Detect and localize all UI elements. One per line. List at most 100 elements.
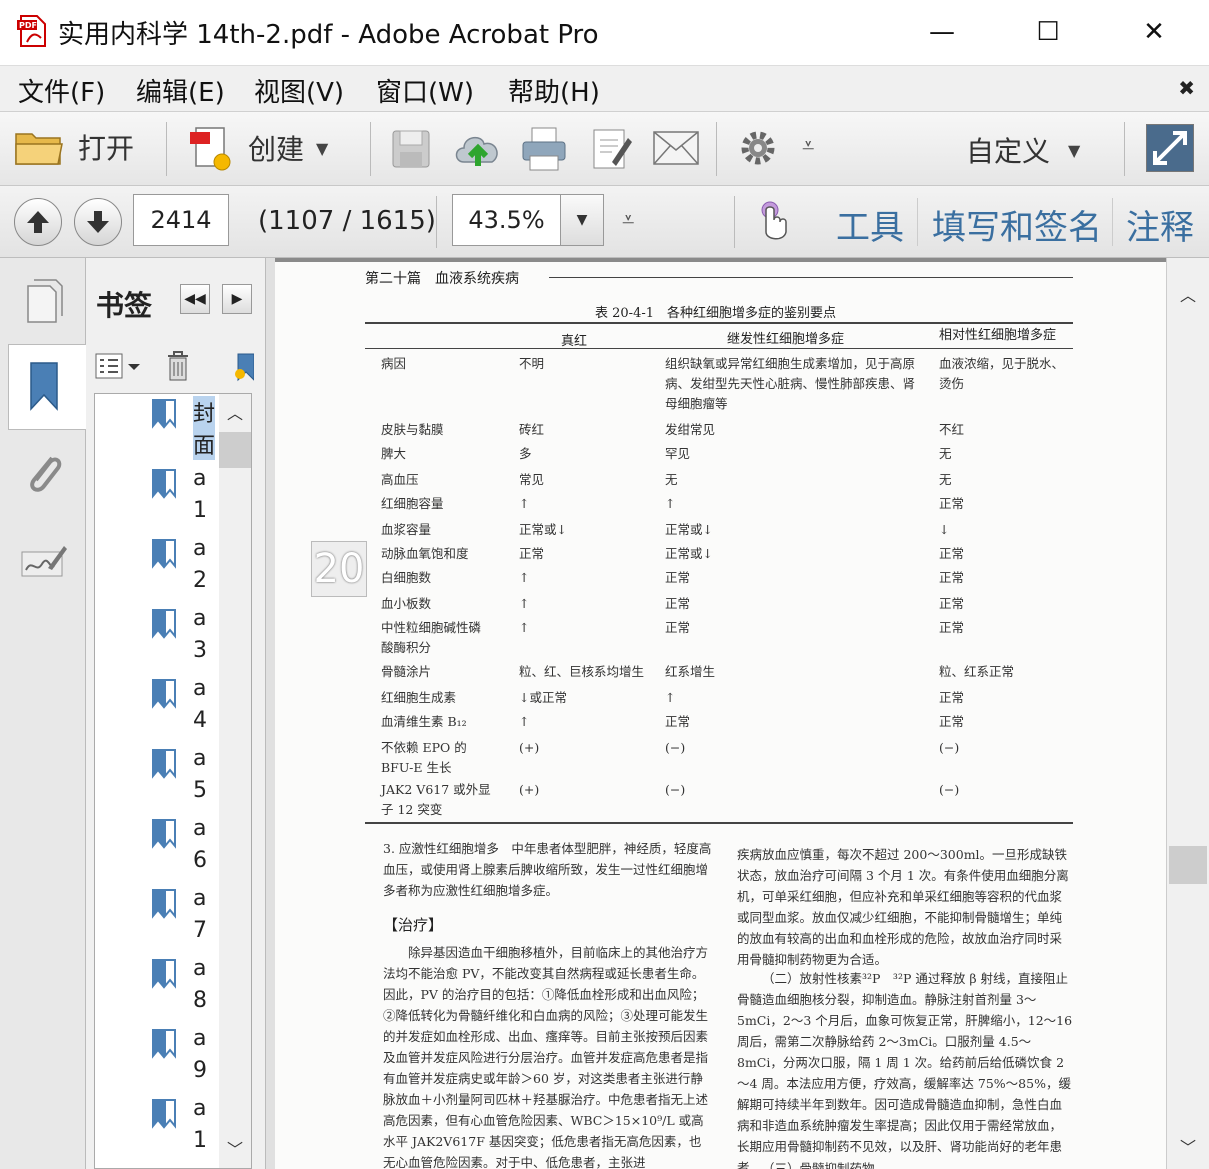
bookmark-item[interactable]: a 3: [95, 604, 219, 674]
table-cell: 无: [939, 472, 952, 487]
trash-icon[interactable]: [164, 350, 192, 382]
tab-tools[interactable]: 工具: [836, 200, 904, 249]
table-cell: ↑: [665, 496, 676, 511]
menu-help[interactable]: 帮助(H): [508, 72, 600, 109]
bookmarks-scrollbar[interactable]: ︿ ﹀: [219, 394, 251, 1168]
table-cell: 白细胞数: [381, 570, 432, 585]
bookmark-item[interactable]: a 4: [95, 674, 219, 744]
bookmark-item[interactable]: a 2: [95, 534, 219, 604]
tab-fill-sign[interactable]: 填写和签名: [932, 200, 1102, 249]
table-cell: (−): [939, 782, 960, 797]
bookmark-icon: [152, 749, 176, 779]
menu-file[interactable]: 文件(F): [18, 72, 105, 109]
bookmark-item[interactable]: a 7: [95, 884, 219, 954]
close-document-button[interactable]: ✖: [1178, 76, 1195, 100]
table-cell: ↑: [665, 690, 676, 705]
hand-icon[interactable]: [756, 200, 792, 244]
collapse-panel-button[interactable]: ◀◀: [180, 284, 210, 314]
bookmarks-tab[interactable]: [8, 344, 86, 430]
table-cell: 正常: [939, 496, 965, 511]
gear-icon[interactable]: [738, 128, 778, 168]
print-icon[interactable]: [520, 126, 568, 172]
bookmark-label: 4: [193, 708, 207, 733]
document-scrollbar[interactable]: ︿ ﹀: [1166, 258, 1209, 1169]
bookmark-item[interactable]: a 1: [95, 1094, 219, 1164]
create-button[interactable]: 创建 ▼: [186, 124, 328, 172]
bookmark-item[interactable]: a 8: [95, 954, 219, 1024]
options-icon[interactable]: [94, 350, 144, 382]
table-cell: 发绀常见: [665, 422, 716, 437]
chevron-up-icon[interactable]: ︿: [227, 400, 243, 424]
chevron-down-icon[interactable]: ﹀: [1180, 1134, 1196, 1158]
page-number-input[interactable]: 2414: [133, 194, 229, 246]
bookmarks-list: 封 面 a 1 a 2 a 3 a 4 a 5 a 6 a 7 a 8 a 9 …: [94, 393, 252, 1169]
bookmark-item[interactable]: a 1: [95, 464, 219, 534]
scrollbar-thumb[interactable]: [219, 432, 251, 468]
new-bookmark-icon[interactable]: [234, 352, 254, 382]
minimize-button[interactable]: —: [912, 10, 972, 54]
menu-window[interactable]: 窗口(W): [376, 72, 474, 109]
table-cell: 高血压: [381, 472, 419, 487]
maximize-button[interactable]: ☐: [1018, 10, 1078, 54]
table-cell: ↑: [519, 570, 530, 585]
scrollbar-thumb[interactable]: [1169, 846, 1207, 884]
arrow-down-icon: [87, 211, 109, 233]
table-cell: 正常或↓: [519, 522, 567, 537]
bookmark-label: 2: [193, 568, 207, 593]
pages-icon[interactable]: [24, 278, 66, 324]
bookmark-icon: [152, 889, 176, 919]
next-page-button[interactable]: [74, 198, 122, 246]
table-cell: 正常: [939, 546, 965, 561]
save-icon[interactable]: [390, 128, 432, 170]
edit-document-icon[interactable]: [590, 126, 634, 172]
paperclip-icon[interactable]: [22, 448, 66, 498]
table-caption: 表 20-4-1 各种红细胞增多症的鉴别要点: [595, 306, 837, 321]
open-button[interactable]: 打开: [14, 126, 134, 168]
expand-panel-button[interactable]: ▶: [222, 284, 252, 314]
table-cell: 正常: [665, 714, 691, 729]
menu-view[interactable]: 视图(V): [254, 72, 344, 109]
chevron-up-icon[interactable]: ︿: [1180, 282, 1196, 306]
tab-comment[interactable]: 注释: [1126, 200, 1194, 249]
section-heading: 【治疗】: [383, 916, 444, 934]
create-label: 创建: [248, 133, 305, 166]
table-cell: 血浆容量: [381, 522, 432, 537]
table-cell: 血清维生素 B₁₂: [381, 714, 467, 729]
close-button[interactable]: ✕: [1124, 10, 1184, 54]
toolbar-menu-icon[interactable]: ⩡: [802, 134, 814, 159]
bookmark-icon: [152, 1029, 176, 1059]
zoom-input[interactable]: 43.5%: [452, 194, 560, 246]
panel-splitter[interactable]: [266, 258, 275, 1169]
signature-icon[interactable]: [20, 540, 68, 580]
bookmark-label: a: [193, 1096, 207, 1121]
body-paragraph: 3. 应激性红细胞增多 中年患者体型肥胖，神经质，轻度高血压，或使用肾上腺素后脾…: [383, 841, 712, 898]
table-cell: 不红: [939, 422, 965, 437]
table-cell: (−): [665, 740, 686, 755]
chevron-down-icon: ▼: [316, 138, 329, 158]
expand-button[interactable]: [1146, 124, 1194, 172]
table-cell: 无: [939, 446, 952, 461]
cloud-upload-icon[interactable]: [452, 126, 504, 170]
bookmark-item[interactable]: a 6: [95, 814, 219, 884]
mail-icon[interactable]: [652, 130, 700, 166]
table-cell: 正常: [939, 570, 965, 585]
customize-button[interactable]: 自定义 ▼: [966, 130, 1080, 170]
bookmark-item[interactable]: a 5: [95, 744, 219, 814]
bookmark-icon: [152, 679, 176, 709]
table-cell: 正常: [665, 620, 691, 635]
table-cell: (+): [519, 740, 540, 755]
toolbar-menu-icon[interactable]: ⩡: [622, 208, 634, 233]
bookmark-label: a: [193, 676, 207, 701]
chevron-down-icon[interactable]: ﹀: [227, 1136, 243, 1160]
menu-edit[interactable]: 编辑(E): [136, 72, 225, 109]
page-header: 第二十篇 血液系统疾病: [365, 271, 519, 287]
zoom-dropdown[interactable]: ▼: [560, 194, 604, 246]
body-paragraph: （三）骨髓抑制药物: [762, 1161, 875, 1169]
table-cell: 无: [665, 472, 678, 487]
table-cell: 正常: [939, 690, 965, 705]
bookmark-item[interactable]: 封 面: [95, 394, 219, 464]
bookmark-item[interactable]: a 9: [95, 1024, 219, 1094]
previous-page-button[interactable]: [14, 198, 62, 246]
bookmark-label: a: [193, 886, 207, 911]
bookmark-label: a: [193, 466, 207, 491]
